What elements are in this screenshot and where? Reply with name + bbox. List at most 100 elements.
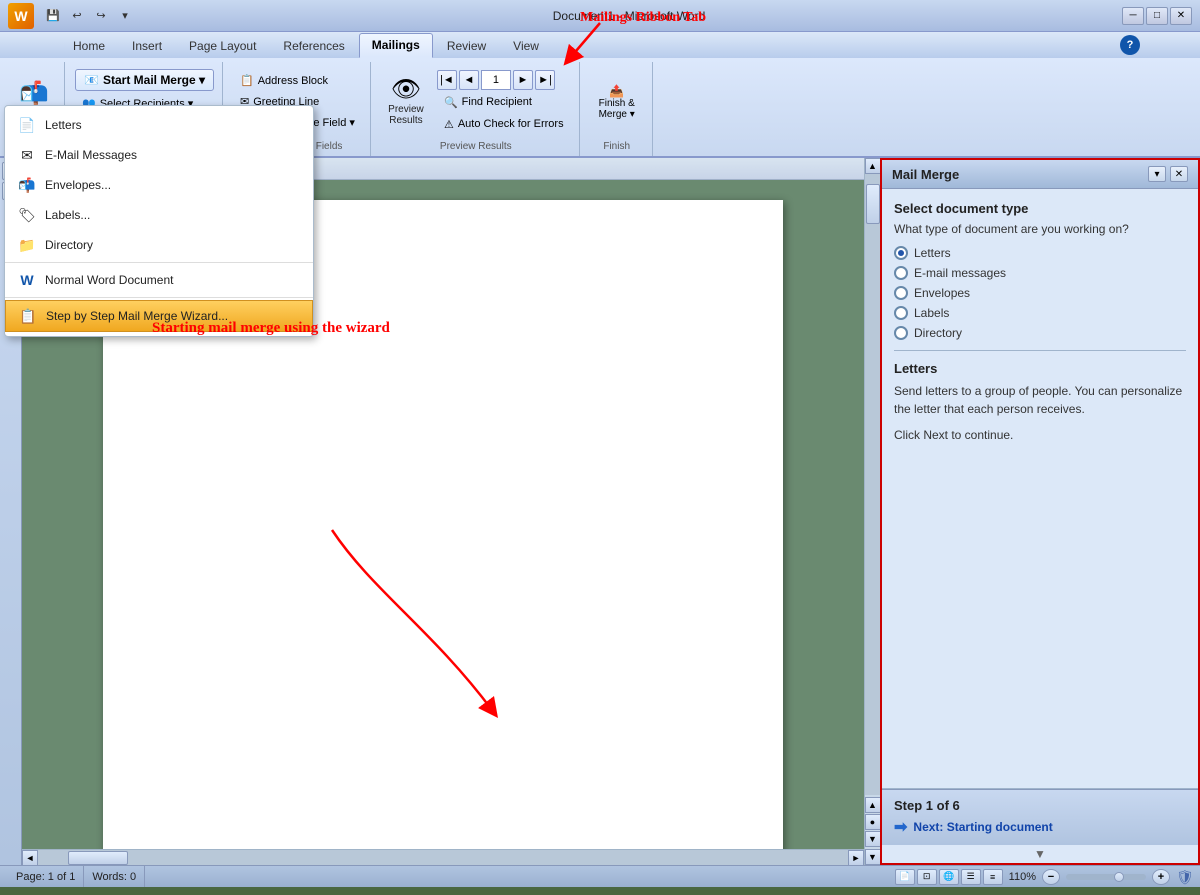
menu-item-labels[interactable]: 🏷 Labels... <box>5 200 313 230</box>
last-record-button[interactable]: ►| <box>535 70 555 90</box>
address-block-label: Address Block <box>258 75 328 87</box>
radio-circle-envelopes[interactable] <box>894 286 908 300</box>
email-menu-label: E-Mail Messages <box>45 148 137 162</box>
h-scroll-track[interactable] <box>38 850 848 865</box>
select-browse-object-button[interactable]: ● <box>865 814 881 830</box>
find-recipient-label: Find Recipient <box>462 96 532 108</box>
panel-scroll-down[interactable]: ▼ <box>882 845 1198 863</box>
tab-mailings[interactable]: Mailings <box>359 33 433 58</box>
next-step-button[interactable]: ➡ Next: Starting document <box>894 817 1186 837</box>
zoom-slider[interactable] <box>1066 874 1146 880</box>
words-status: Words: 0 <box>84 866 145 887</box>
first-record-button[interactable]: |◄ <box>437 70 457 90</box>
tab-page-layout[interactable]: Page Layout <box>176 34 269 58</box>
radio-directory[interactable]: Directory <box>894 326 1186 340</box>
prev-record-button[interactable]: ◄ <box>459 70 479 90</box>
redo-button[interactable]: ↪ <box>90 5 112 27</box>
radio-letters[interactable]: Letters <box>894 246 1186 260</box>
tab-review[interactable]: Review <box>434 34 499 58</box>
letters-menu-label: Letters <box>45 118 82 132</box>
address-block-icon: 📋 <box>240 74 254 87</box>
radio-circle-labels[interactable] <box>894 306 908 320</box>
prev-page-button[interactable]: ▲ <box>865 797 881 813</box>
zoom-out-button[interactable]: − <box>1042 869 1060 885</box>
radio-circle-directory[interactable] <box>894 326 908 340</box>
mail-merge-icon: 📧 <box>84 73 99 87</box>
letters-menu-icon: 📄 <box>17 115 37 135</box>
panel-dropdown-button[interactable]: ▾ <box>1148 166 1166 182</box>
qa-dropdown-button[interactable]: ▾ <box>114 5 136 27</box>
panel-scroll-down-button[interactable]: ▼ <box>1034 847 1046 861</box>
radio-circle-letters[interactable] <box>894 246 908 260</box>
start-mail-merge-button[interactable]: 📧 Start Mail Merge ▾ <box>75 69 214 91</box>
radio-label-labels: Labels <box>914 306 949 320</box>
start-mail-merge-dropdown: 📄 Letters ✉ E-Mail Messages 📬 Envelopes.… <box>4 105 314 337</box>
menu-item-directory[interactable]: 📁 Directory <box>5 230 313 260</box>
maximize-button[interactable]: □ <box>1146 7 1168 25</box>
full-screen-view-button[interactable]: ⊡ <box>917 869 937 885</box>
scroll-left-button[interactable]: ◄ <box>22 850 38 866</box>
auto-check-label: Auto Check for Errors <box>458 118 564 130</box>
next-page-button[interactable]: ▼ <box>865 831 881 847</box>
print-layout-view-button[interactable]: 📄 <box>895 869 915 885</box>
panel-close-button[interactable]: ✕ <box>1170 166 1188 182</box>
radio-circle-email[interactable] <box>894 266 908 280</box>
start-mail-merge-label: Start Mail Merge ▾ <box>103 73 205 87</box>
tab-insert[interactable]: Insert <box>119 34 175 58</box>
record-number-input[interactable] <box>481 70 511 90</box>
finish-merge-button[interactable]: 📤 Finish &Merge ▾ <box>590 80 644 124</box>
radio-label-envelopes: Envelopes <box>914 286 970 300</box>
tab-references[interactable]: References <box>270 34 357 58</box>
undo-button[interactable]: ↩ <box>66 5 88 27</box>
menu-item-email[interactable]: ✉ E-Mail Messages <box>5 140 313 170</box>
v-scroll-track[interactable] <box>865 174 880 795</box>
find-recipient-button[interactable]: 🔍 Find Recipient <box>437 93 571 112</box>
save-button[interactable]: 💾 <box>42 5 64 27</box>
help-button[interactable]: ? <box>1120 35 1140 55</box>
zoom-in-button[interactable]: + <box>1152 869 1170 885</box>
step-title: Step 1 of 6 <box>894 798 1186 813</box>
web-layout-view-button[interactable]: 🌐 <box>939 869 959 885</box>
title-bar-left: W 💾 ↩ ↪ ▾ <box>8 3 136 29</box>
envelopes-labels-icon: 📬 <box>19 83 49 107</box>
ribbon-tabs: Home Insert Page Layout References Maili… <box>0 32 1200 58</box>
preview-results-button[interactable]: 👁 PreviewResults <box>381 75 431 129</box>
h-scroll-thumb[interactable] <box>68 851 128 865</box>
radio-labels[interactable]: Labels <box>894 306 1186 320</box>
mail-merge-panel: Mail Merge ▾ ✕ Select document type What… <box>880 158 1200 865</box>
preview-results-icon: 👁 <box>391 78 421 102</box>
scroll-up-button[interactable]: ▲ <box>865 158 881 174</box>
radio-label-letters: Letters <box>914 246 951 260</box>
scroll-down-button[interactable]: ▼ <box>865 849 881 865</box>
auto-check-errors-button[interactable]: ⚠ Auto Check for Errors <box>437 115 571 134</box>
office-logo[interactable]: W <box>8 3 34 29</box>
close-button[interactable]: ✕ <box>1170 7 1192 25</box>
preview-results-group-label: Preview Results <box>440 141 512 154</box>
envelopes-menu-label: Envelopes... <box>45 178 111 192</box>
menu-item-envelopes[interactable]: 📬 Envelopes... <box>5 170 313 200</box>
menu-item-normal-word[interactable]: W Normal Word Document <box>5 265 313 295</box>
outline-view-button[interactable]: ☰ <box>961 869 981 885</box>
radio-envelopes[interactable]: Envelopes <box>894 286 1186 300</box>
radio-email[interactable]: E-mail messages <box>894 266 1186 280</box>
window-controls: ─ □ ✕ <box>1122 7 1192 25</box>
horizontal-scrollbar[interactable]: ◄ ► <box>22 849 864 865</box>
next-step-label: Next: Starting document <box>913 820 1052 834</box>
preview-results-label: PreviewResults <box>388 104 424 126</box>
tab-home[interactable]: Home <box>60 34 118 58</box>
vertical-scrollbar[interactable]: ▲ ▲ ● ▼ ▼ <box>864 158 880 865</box>
minimize-button[interactable]: ─ <box>1122 7 1144 25</box>
next-record-button[interactable]: ► <box>513 70 533 90</box>
tab-view[interactable]: View <box>500 34 552 58</box>
scroll-right-button[interactable]: ► <box>848 850 864 866</box>
radio-label-email: E-mail messages <box>914 266 1006 280</box>
directory-menu-icon: 📁 <box>17 235 37 255</box>
letters-section-title: Letters <box>894 361 1186 376</box>
finish-merge-label: Finish &Merge ▾ <box>599 98 635 120</box>
menu-item-letters[interactable]: 📄 Letters <box>5 110 313 140</box>
ribbon-group-finish: 📤 Finish &Merge ▾ Finish <box>582 62 653 156</box>
v-scroll-thumb[interactable] <box>866 184 880 224</box>
draft-view-button[interactable]: ≡ <box>983 869 1003 885</box>
auto-check-icon: ⚠ <box>444 118 454 131</box>
address-block-button[interactable]: 📋 Address Block <box>233 71 362 90</box>
